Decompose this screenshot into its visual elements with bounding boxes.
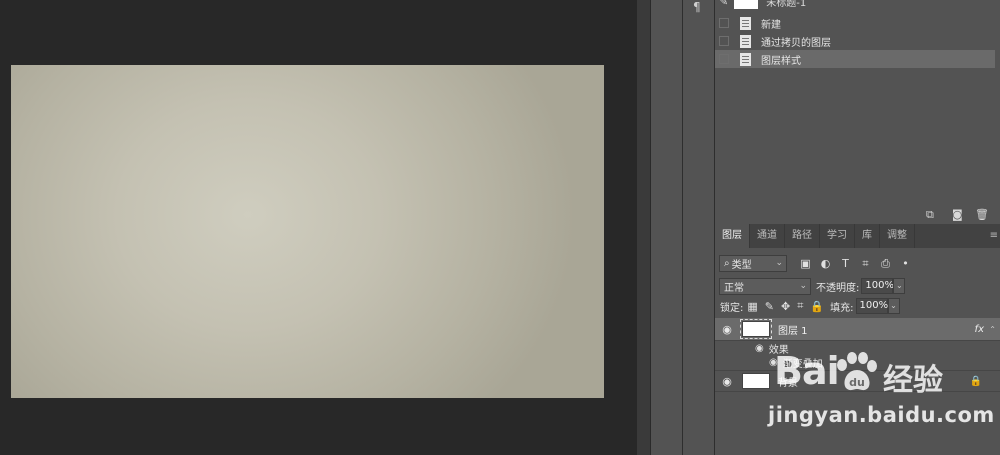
fill-dropdown-button[interactable]: ⌄ (887, 298, 900, 314)
opacity-label: 不透明度: (816, 282, 860, 294)
chevron-down-icon: ⌄ (799, 280, 807, 291)
panel-menu-icon[interactable]: ≡ (990, 230, 998, 241)
history-brush-icon[interactable]: ✎ (719, 0, 728, 8)
history-state-icon (740, 16, 751, 30)
history-state-icon (740, 52, 751, 66)
filter-kind-select[interactable]: ⌕ 类型 ⌄ (719, 254, 787, 272)
fill-label: 填充: (830, 302, 854, 314)
snapshot-thumbnail (734, 0, 759, 9)
blend-mode-select[interactable]: 正常 ⌄ (719, 277, 811, 295)
filter-shape-icon[interactable]: ⌗ (859, 257, 872, 270)
watermark-url: jingyan.baidu.com (768, 403, 995, 427)
tab-learn[interactable]: 学习 (820, 224, 855, 248)
camera-icon[interactable]: ◙ (952, 208, 963, 221)
filter-smart-object-icon[interactable]: ⎙ (879, 257, 892, 270)
lock-all-icon[interactable]: 🔒 (810, 300, 824, 313)
history-panel: ✎ 未标题-1 新建 通过拷贝的图层 图层样式 (715, 0, 1000, 206)
history-footer: ⧉ ◙ 🗑 (715, 206, 1000, 222)
history-brush-source-checkbox[interactable] (719, 54, 729, 64)
tab-layers[interactable]: 图层 (715, 224, 750, 248)
eye-icon[interactable]: ◉ (755, 343, 764, 354)
paw-icon: du (837, 352, 877, 391)
tab-paths[interactable]: 路径 (785, 224, 820, 248)
filter-type-icon[interactable]: T (839, 257, 852, 270)
paragraph-icon[interactable]: ¶ (693, 0, 701, 14)
eye-icon[interactable]: ◉ (715, 375, 739, 388)
history-item-label: 通过拷贝的图层 (761, 37, 831, 49)
history-item-label: 图层样式 (761, 55, 801, 67)
history-state-icon (740, 34, 751, 48)
layer-thumbnail[interactable] (740, 319, 772, 339)
filter-kind-label: 类型 (731, 259, 752, 271)
chevron-up-icon[interactable]: ⌃ (989, 325, 996, 334)
panel-tab-bar: 图层 通道 路径 学习 库 调整 (715, 224, 1000, 248)
filter-adjustment-icon[interactable]: ◐ (819, 257, 832, 270)
watermark: Bai du 经验 jingyan.baidu.com (768, 345, 1000, 455)
tab-libraries[interactable]: 库 (855, 224, 880, 248)
lock-label: 锁定: (720, 302, 744, 314)
fill-field[interactable]: 100% (855, 298, 888, 314)
layer-filter-row: ⌕ 类型 ⌄ ▣ ◐ T ⌗ ⎙ • (715, 253, 1000, 273)
svg-text:du: du (849, 376, 865, 389)
filter-toggle-icon[interactable]: • (899, 257, 912, 270)
new-document-from-state-icon[interactable]: ⧉ (926, 208, 934, 222)
collapsed-panel-dock-icons (683, 0, 715, 455)
opacity-field[interactable]: 100% (861, 278, 894, 294)
filter-pixel-icon[interactable]: ▣ (799, 257, 812, 270)
search-icon: ⌕ (724, 257, 730, 269)
watermark-logo-cn: 经验 (883, 363, 943, 398)
lock-position-icon[interactable]: ✥ (781, 300, 790, 313)
history-item-label: 新建 (761, 19, 781, 31)
fx-icon[interactable]: fx (975, 324, 984, 335)
tab-channels[interactable]: 通道 (750, 224, 785, 248)
snapshot-label: 未标题-1 (766, 0, 807, 9)
history-snapshot-row[interactable]: ✎ 未标题-1 (715, 0, 995, 11)
collapsed-panel-dock (651, 0, 683, 455)
lock-transparent-pixels-icon[interactable]: ▦ (747, 300, 757, 313)
blend-mode-value: 正常 (724, 282, 744, 294)
panel-dock-divider[interactable] (637, 0, 651, 455)
eye-icon[interactable]: ◉ (715, 323, 739, 336)
canvas-workspace[interactable] (0, 0, 637, 455)
lock-artboard-icon[interactable]: ⌗ (797, 299, 803, 313)
layer-name: 图层 1 (778, 325, 808, 337)
history-item[interactable]: 通过拷贝的图层 (715, 32, 995, 50)
lock-fill-row: 锁定: ▦ ✎ ✥ ⌗ 🔒 填充: 100% ⌄ (715, 296, 1000, 316)
history-brush-source-checkbox[interactable] (719, 18, 729, 28)
history-brush-source-checkbox[interactable] (719, 36, 729, 46)
history-item[interactable]: 新建 (715, 14, 995, 32)
history-item-selected[interactable]: 图层样式 (715, 50, 995, 68)
document-canvas[interactable] (11, 65, 604, 398)
layer-row-selected[interactable]: ◉ 图层 1 fx ⌃ (715, 318, 1000, 341)
watermark-logo-text: Bai (774, 349, 840, 393)
opacity-dropdown-button[interactable]: ⌄ (893, 278, 906, 294)
layer-thumbnail[interactable] (742, 373, 770, 389)
trash-icon[interactable]: 🗑 (975, 208, 989, 221)
tab-adjustments[interactable]: 调整 (880, 224, 915, 248)
blend-opacity-row: 正常 ⌄ 不透明度: 100% ⌄ (715, 276, 1000, 296)
chevron-down-icon: ⌄ (775, 257, 783, 268)
lock-image-pixels-icon[interactable]: ✎ (765, 300, 774, 313)
